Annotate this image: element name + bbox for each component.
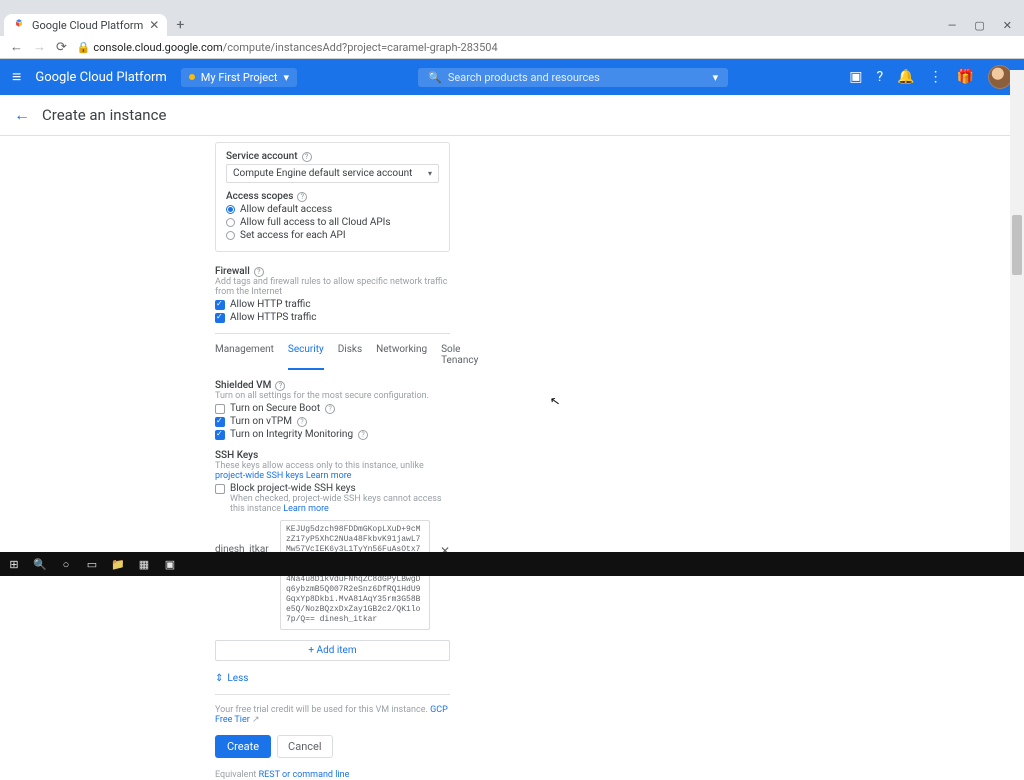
- checkbox-icon: [215, 300, 225, 310]
- vtpm-checkbox[interactable]: Turn on vTPM ?: [215, 416, 450, 427]
- block-project-keys-checkbox[interactable]: Block project-wide SSH keys: [215, 483, 450, 494]
- gcp-product-name: Google Cloud Platform: [35, 70, 166, 85]
- help-icon[interactable]: ?: [275, 381, 285, 391]
- browser-reload-icon[interactable]: ⟳: [56, 40, 67, 55]
- browser-forward-icon[interactable]: →: [33, 39, 46, 55]
- project-wide-keys-link[interactable]: project-wide SSH keys: [215, 471, 304, 481]
- create-button[interactable]: Create: [215, 735, 271, 758]
- putty-icon[interactable]: ▣: [162, 556, 178, 572]
- chevron-down-icon[interactable]: ▾: [713, 71, 719, 84]
- back-arrow-icon[interactable]: ←: [14, 105, 30, 125]
- less-toggle[interactable]: ⇕Less: [215, 673, 450, 684]
- window-maximize-icon[interactable]: ▢: [974, 19, 984, 32]
- url-bar[interactable]: 🔒 console.cloud.google.com/compute/insta…: [77, 41, 1014, 54]
- collapse-icon: ⇕: [215, 673, 223, 684]
- notifications-icon[interactable]: 🔔: [897, 69, 914, 85]
- project-selector[interactable]: My First Project ▾: [181, 68, 297, 87]
- chevron-down-icon: ▾: [283, 71, 289, 84]
- integrity-checkbox[interactable]: Turn on Integrity Monitoring ?: [215, 429, 450, 440]
- scope-default-radio[interactable]: Allow default access: [226, 204, 439, 215]
- avatar[interactable]: [988, 65, 1012, 89]
- browser-tab-title: Google Cloud Platform: [32, 19, 143, 32]
- service-account-select[interactable]: Compute Engine default service account ▾: [226, 164, 439, 183]
- shielded-vm-label: Shielded VM: [215, 380, 271, 391]
- equivalent-line: Equivalent REST or command line: [215, 770, 450, 780]
- gcp-favicon-icon: [12, 18, 26, 32]
- cloud-shell-icon[interactable]: ▣: [849, 69, 862, 85]
- checkbox-icon: [215, 404, 225, 414]
- new-tab-button[interactable]: +: [169, 17, 191, 36]
- help-icon[interactable]: ?: [358, 430, 368, 440]
- page-title: Create an instance: [42, 106, 166, 124]
- firewall-label: Firewall: [215, 266, 250, 277]
- block-keys-help: When checked, project-wide SSH keys cann…: [215, 494, 450, 514]
- ssh-help: These keys allow access only to this ins…: [215, 461, 450, 481]
- help-icon[interactable]: ?: [254, 267, 264, 277]
- scope-full-radio[interactable]: Allow full access to all Cloud APIs: [226, 217, 439, 228]
- scope-each-radio[interactable]: Set access for each API: [226, 230, 439, 241]
- help-icon[interactable]: ?: [877, 69, 884, 85]
- search-input[interactable]: [448, 71, 713, 84]
- shielded-vm-help: Turn on all settings for the most secure…: [215, 391, 450, 401]
- equivalent-link[interactable]: REST or command line: [259, 770, 350, 780]
- checkbox-icon: [215, 484, 225, 494]
- tab-networking[interactable]: Networking: [376, 344, 427, 370]
- chevron-down-icon: ▾: [428, 169, 432, 178]
- vscode-icon[interactable]: ▦: [136, 556, 152, 572]
- firewall-help: Add tags and firewall rules to allow spe…: [215, 277, 450, 297]
- secure-boot-checkbox[interactable]: Turn on Secure Boot ?: [215, 403, 450, 414]
- radio-icon: [226, 231, 235, 240]
- help-icon[interactable]: ?: [302, 152, 312, 162]
- window-close-icon[interactable]: ✕: [1003, 19, 1012, 32]
- checkbox-icon: [215, 430, 225, 440]
- tab-sole-tenancy[interactable]: Sole Tenancy: [441, 344, 478, 370]
- browser-tab[interactable]: Google Cloud Platform ✕: [4, 14, 167, 36]
- task-view-icon[interactable]: ▭: [84, 556, 100, 572]
- access-scopes-label: Access scopes: [226, 191, 293, 202]
- more-icon[interactable]: ⋮: [929, 69, 943, 85]
- project-dot-icon: [189, 74, 195, 80]
- tab-management[interactable]: Management: [215, 344, 274, 370]
- tab-disks[interactable]: Disks: [338, 344, 362, 370]
- window-minimize-icon[interactable]: —: [948, 19, 957, 32]
- help-icon[interactable]: ?: [297, 192, 307, 202]
- search-icon[interactable]: 🔍: [32, 556, 48, 572]
- help-icon[interactable]: ?: [325, 404, 335, 414]
- add-item-button[interactable]: + Add item: [215, 640, 450, 661]
- scrollbar[interactable]: [1010, 70, 1024, 552]
- search-icon: 🔍: [428, 71, 442, 84]
- close-tab-icon[interactable]: ✕: [149, 18, 159, 32]
- service-account-label: Service account: [226, 151, 298, 162]
- cancel-button[interactable]: Cancel: [277, 735, 332, 758]
- checkbox-icon: [215, 313, 225, 323]
- learn-more-link[interactable]: Learn more: [306, 471, 352, 481]
- allow-https-checkbox[interactable]: Allow HTTPS traffic: [215, 312, 450, 323]
- radio-icon: [226, 205, 235, 214]
- ssh-keys-label: SSH Keys: [215, 450, 258, 461]
- external-link-icon: ↗: [252, 715, 260, 725]
- help-icon[interactable]: ?: [297, 417, 307, 427]
- cortana-icon[interactable]: ○: [58, 556, 74, 572]
- browser-back-icon[interactable]: ←: [10, 39, 23, 55]
- ssh-key-username: dinesh_itkar: [215, 520, 270, 555]
- gift-icon[interactable]: 🎁: [957, 69, 974, 85]
- tab-security[interactable]: Security: [288, 344, 324, 370]
- credit-note: Your free trial credit will be used for …: [215, 705, 450, 725]
- allow-http-checkbox[interactable]: Allow HTTP traffic: [215, 299, 450, 310]
- radio-icon: [226, 218, 235, 227]
- checkbox-icon: [215, 417, 225, 427]
- windows-start-icon[interactable]: ⊞: [6, 556, 22, 572]
- hamburger-icon[interactable]: ≡: [12, 67, 21, 87]
- learn-more-link[interactable]: Learn more: [283, 504, 329, 514]
- lock-icon: 🔒: [77, 41, 91, 54]
- search-bar[interactable]: 🔍 ▾: [418, 68, 728, 87]
- explorer-icon[interactable]: 📁: [110, 556, 126, 572]
